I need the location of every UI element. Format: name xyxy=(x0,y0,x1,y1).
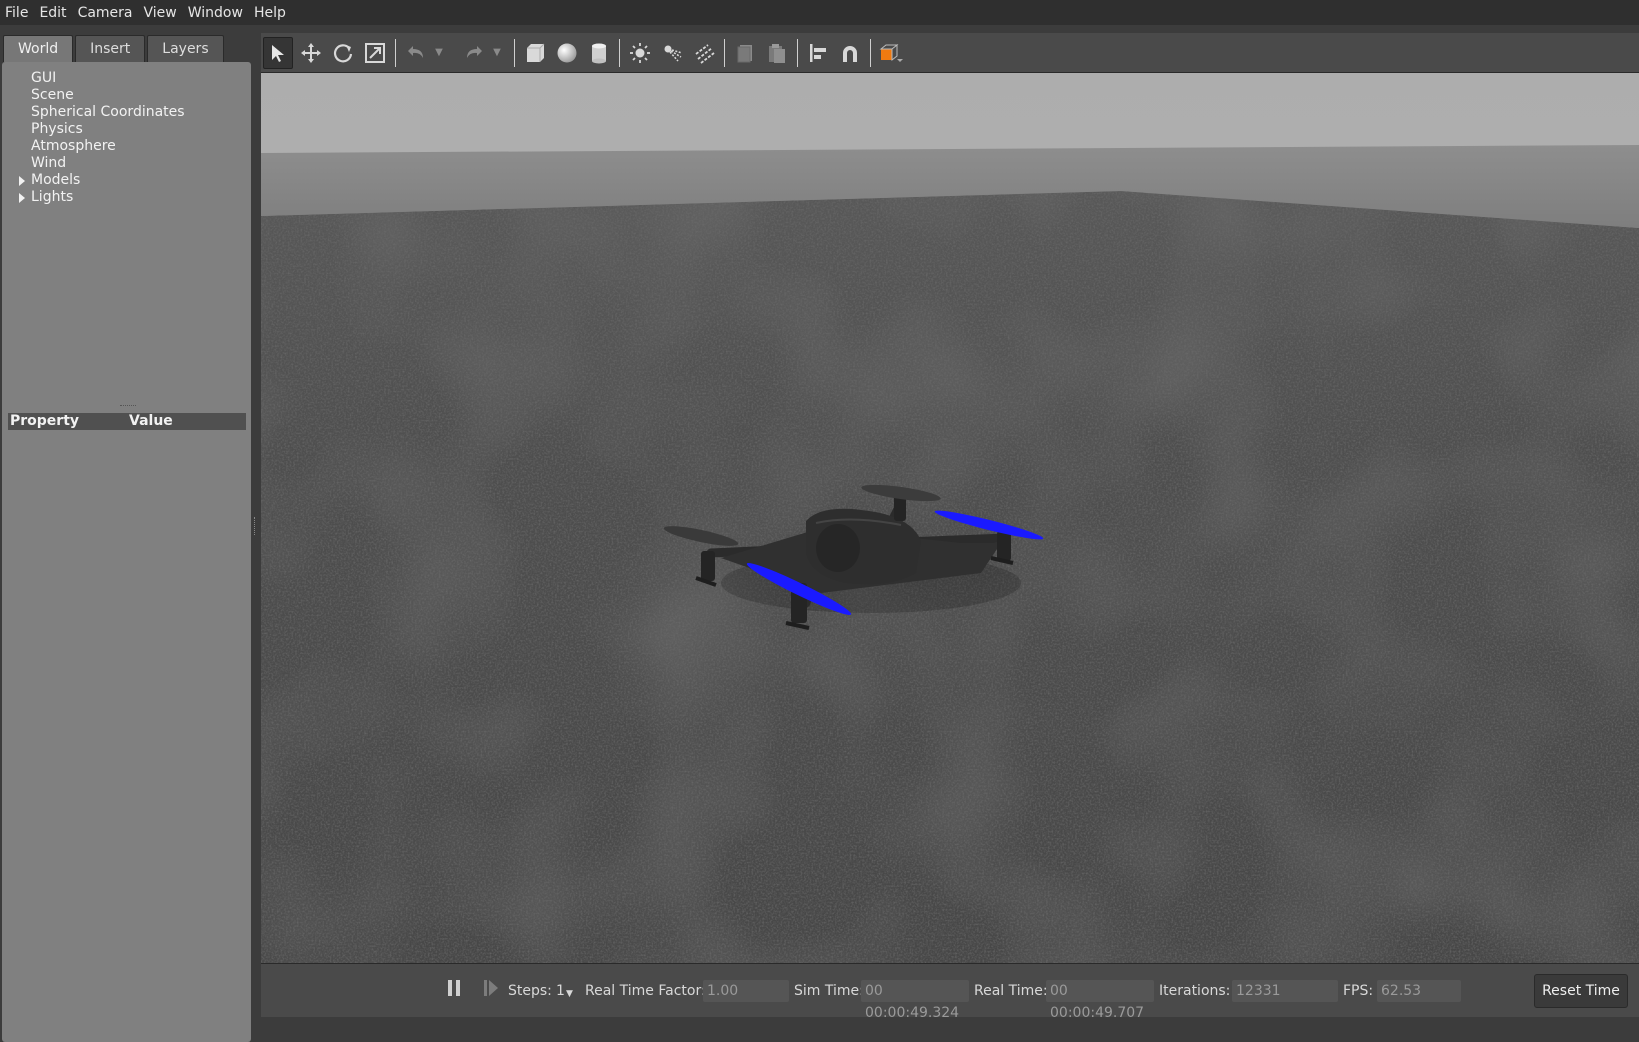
menu-edit[interactable]: Edit xyxy=(34,5,72,21)
toolbar-separator xyxy=(514,38,515,67)
real-time-factor-value: 1.00 xyxy=(703,980,789,1002)
paste-icon[interactable] xyxy=(763,38,791,68)
view-angle-icon[interactable] xyxy=(877,38,905,68)
scene-viewport[interactable] xyxy=(261,73,1639,963)
tree-item-label: Physics xyxy=(31,121,83,137)
copy-icon[interactable] xyxy=(731,38,759,68)
fps-label: FPS: xyxy=(1343,983,1374,999)
tree-item-label: Lights xyxy=(31,189,74,205)
sim-time-value: 00 00:00:49.324 xyxy=(861,980,969,1021)
toolbar-separator xyxy=(724,38,725,67)
tree-item-wind[interactable]: Wind xyxy=(2,155,251,172)
scale-icon[interactable] xyxy=(361,38,389,68)
world-tree-panel: GUI Scene Spherical Coordinates Physics … xyxy=(2,62,251,1042)
fps-value: 62.53 xyxy=(1377,980,1461,1002)
steps-label: Steps: xyxy=(508,983,552,999)
toolbar-separator xyxy=(395,38,396,67)
iterations-label: Iterations: xyxy=(1159,983,1231,999)
spot-light-icon[interactable] xyxy=(658,38,686,68)
tree-item-label: Wind xyxy=(31,155,67,171)
value-column-header: Value xyxy=(129,413,173,429)
splitter-grip xyxy=(254,517,257,535)
sim-time-label: Sim Time: xyxy=(794,983,864,999)
point-light-icon[interactable] xyxy=(626,38,654,68)
left-tabs: World Insert Layers xyxy=(3,35,224,62)
steps-dropdown-icon[interactable]: ▼ xyxy=(566,984,573,1004)
real-time-factor-label: Real Time Factor: xyxy=(585,983,706,999)
real-time-value: 00 00:00:49.707 xyxy=(1046,980,1154,1021)
tree-item-label: GUI xyxy=(31,70,57,86)
tree-item-physics[interactable]: Physics xyxy=(2,121,251,138)
step-forward-icon xyxy=(484,980,498,996)
panel-splitter-handle[interactable] xyxy=(120,405,136,408)
left-panel: World Insert Layers GUI Scene Spherical … xyxy=(0,33,252,1042)
box-icon[interactable] xyxy=(521,38,549,68)
reset-time-button[interactable]: Reset Time xyxy=(1534,974,1628,1008)
toolbar-separator xyxy=(797,38,798,67)
redo-icon[interactable] xyxy=(460,38,488,68)
menu-help[interactable]: Help xyxy=(249,5,292,21)
menu-camera[interactable]: Camera xyxy=(73,5,139,21)
menu-bar: File Edit Camera View Window Help xyxy=(0,0,1639,25)
status-bar: Steps: 1 ▼ Real Time Factor: 1.00 Sim Ti… xyxy=(261,963,1639,1021)
tree-item-label: Spherical Coordinates xyxy=(31,104,185,120)
tab-insert[interactable]: Insert xyxy=(75,35,146,62)
tab-world[interactable]: World xyxy=(3,35,74,62)
rotate-icon[interactable] xyxy=(329,38,357,68)
snap-icon[interactable] xyxy=(836,38,864,68)
expand-arrow-icon[interactable] xyxy=(19,176,25,186)
undo-icon[interactable] xyxy=(402,38,430,68)
tree-item-label: Atmosphere xyxy=(31,138,116,154)
menu-window[interactable]: Window xyxy=(183,5,249,21)
property-table-header: Property Value xyxy=(8,413,246,430)
tree-item-gui[interactable]: GUI xyxy=(2,70,251,87)
cylinder-icon[interactable] xyxy=(585,38,613,68)
toolbar-separator xyxy=(619,38,620,67)
tree-item-atmosphere[interactable]: Atmosphere xyxy=(2,138,251,155)
tree-item-spherical-coordinates[interactable]: Spherical Coordinates xyxy=(2,104,251,121)
property-column-header: Property xyxy=(10,413,80,429)
tree-item-models[interactable]: Models xyxy=(2,172,251,189)
left-panel-splitter[interactable] xyxy=(251,33,261,1016)
toolbar: ▼ ▼ xyxy=(261,33,1639,73)
directional-light-icon[interactable] xyxy=(690,38,718,68)
menu-file[interactable]: File xyxy=(0,5,34,21)
iterations-value: 12331 xyxy=(1232,980,1338,1002)
scene-render xyxy=(261,73,1639,963)
tree-item-scene[interactable]: Scene xyxy=(2,87,251,104)
select-arrow-icon[interactable] xyxy=(263,36,293,69)
expand-arrow-icon[interactable] xyxy=(19,193,25,203)
menu-view[interactable]: View xyxy=(139,5,183,21)
real-time-label: Real Time: xyxy=(974,983,1048,999)
tree-item-label: Models xyxy=(31,172,81,188)
undo-dropdown-icon[interactable]: ▼ xyxy=(432,47,446,58)
tree-item-label: Scene xyxy=(31,87,74,103)
redo-dropdown-icon[interactable]: ▼ xyxy=(490,47,504,58)
translate-icon[interactable] xyxy=(297,38,325,68)
tab-layers[interactable]: Layers xyxy=(147,35,224,62)
pause-button[interactable] xyxy=(447,978,461,1002)
step-button[interactable] xyxy=(483,978,499,1002)
sphere-icon[interactable] xyxy=(553,38,581,68)
align-icon[interactable] xyxy=(804,38,832,68)
steps-spinbox[interactable]: 1 xyxy=(556,981,565,1001)
pause-icon xyxy=(448,980,460,996)
toolbar-separator xyxy=(870,38,871,67)
world-tree: GUI Scene Spherical Coordinates Physics … xyxy=(2,70,251,206)
tree-item-lights[interactable]: Lights xyxy=(2,189,251,206)
